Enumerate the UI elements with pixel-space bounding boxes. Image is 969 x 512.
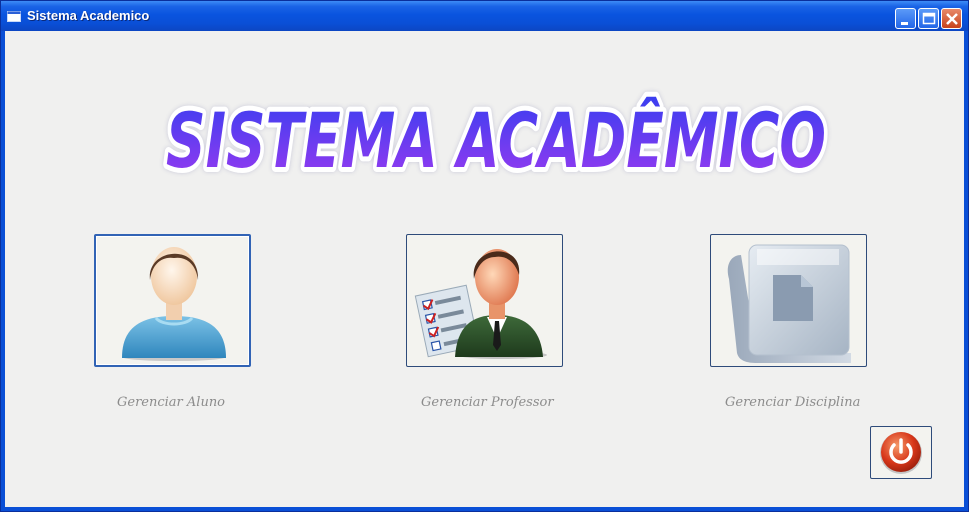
title-bar[interactable]: Sistema Academico	[1, 1, 968, 31]
close-button[interactable]	[941, 8, 962, 29]
app-logo: SISTEMA ACADÊMICO	[161, 91, 831, 181]
maximize-icon	[922, 12, 936, 25]
close-icon	[946, 13, 958, 25]
minimize-icon	[901, 22, 908, 25]
maximize-button[interactable]	[918, 8, 939, 29]
gerenciar-disciplina-label: Gerenciar Disciplina	[725, 395, 861, 410]
minimize-button[interactable]	[895, 8, 916, 29]
window-title: Sistema Academico	[27, 8, 150, 23]
window-border-bottom	[1, 507, 968, 511]
window-icon	[7, 11, 21, 22]
power-icon	[880, 432, 922, 474]
logo-text: SISTEMA ACADÊMICO	[166, 96, 826, 181]
gerenciar-professor-button[interactable]	[406, 234, 563, 367]
student-icon	[122, 247, 226, 361]
teacher-icon	[414, 249, 547, 359]
gerenciar-disciplina-button[interactable]	[710, 234, 867, 367]
exit-button[interactable]	[870, 426, 932, 479]
gerenciar-professor-label: Gerenciar Professor	[421, 395, 554, 410]
window-border-right	[964, 31, 968, 511]
book-icon	[727, 244, 851, 363]
gerenciar-aluno-button[interactable]	[94, 234, 251, 367]
gerenciar-aluno-label: Gerenciar Aluno	[117, 395, 226, 410]
main-window: Sistema Academico SISTEMA ACADÊMICO Gere…	[0, 0, 969, 512]
